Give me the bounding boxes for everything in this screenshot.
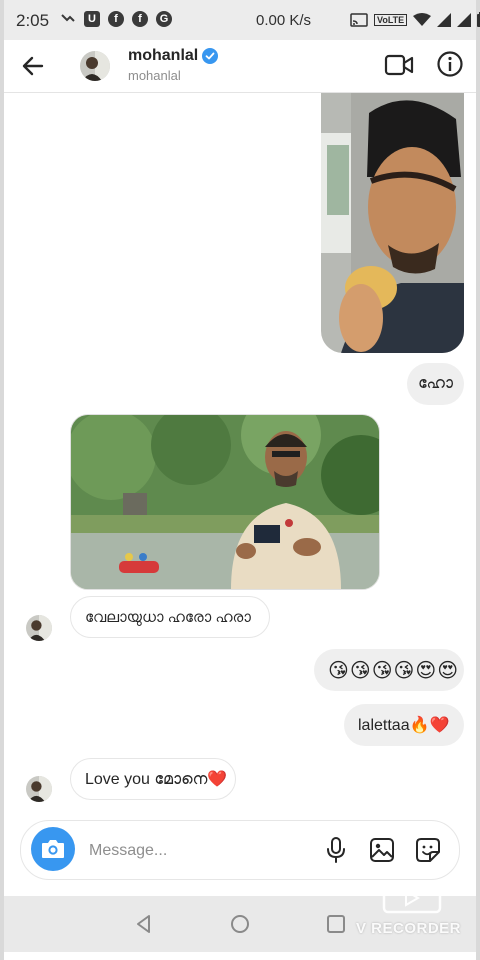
facebook-icon: f: [132, 11, 148, 27]
nav-back-icon[interactable]: [134, 914, 154, 934]
user-handle: mohanlal: [128, 68, 181, 83]
facebook-icon: f: [108, 11, 124, 27]
message-bubble-sent[interactable]: lalettaa🔥❤️: [344, 704, 464, 746]
phone-screen: 2:05 U f f G 0.00 K/s VoLTE mohanlal moh…: [4, 0, 480, 960]
missed-call-icon: [61, 14, 75, 22]
gallery-icon[interactable]: [369, 837, 395, 863]
signal-icon: [457, 12, 472, 27]
status-time: 2:05: [16, 11, 50, 30]
video-recorder-logo-icon: [382, 882, 442, 914]
signal-icon: [437, 12, 452, 27]
message-bubble-sent[interactable]: ഹോ: [407, 363, 464, 405]
camera-icon: [42, 840, 64, 858]
volte-badge: VoLTE: [374, 13, 408, 26]
camera-button[interactable]: [31, 827, 75, 871]
google-icon: G: [156, 11, 172, 27]
microphone-icon[interactable]: [323, 836, 349, 864]
chat-header: mohanlal mohanlal: [4, 40, 476, 93]
video-call-icon[interactable]: [384, 52, 414, 78]
status-bar: 2:05 U f f G 0.00 K/s VoLTE: [4, 0, 480, 40]
net-speed: 0.00 K/s: [256, 12, 312, 29]
nav-recents-icon[interactable]: [326, 914, 346, 934]
wifi-icon: [413, 12, 432, 26]
message-bubble-received[interactable]: Love you മോനെ❤️: [70, 758, 236, 800]
message-bubble-sent[interactable]: 😘😘😘😘😍😍: [314, 649, 464, 691]
back-arrow-icon[interactable]: [20, 53, 46, 79]
received-photo[interactable]: [70, 414, 380, 590]
sender-avatar[interactable]: [26, 615, 52, 641]
cast-icon: [350, 12, 368, 27]
message-bubble-received[interactable]: വേലായുധാ ഹരോ ഹരാ: [70, 596, 270, 638]
sender-avatar[interactable]: [26, 776, 52, 802]
username[interactable]: mohanlal: [128, 47, 198, 65]
sticker-icon[interactable]: [415, 837, 441, 863]
avatar-picture: [26, 615, 52, 641]
recorder-watermark: V RECORDER: [356, 878, 468, 940]
watermark-text: V RECORDER: [356, 920, 462, 937]
verified-badge-icon: [202, 48, 218, 64]
avatar-picture: [80, 51, 110, 81]
u-app-icon: U: [84, 11, 100, 27]
system-icons: VoLTE: [350, 12, 480, 27]
sent-photo[interactable]: [321, 93, 464, 353]
nav-home-icon[interactable]: [230, 914, 250, 934]
avatar[interactable]: [80, 51, 110, 81]
info-icon[interactable]: [436, 50, 464, 78]
avatar-picture: [26, 776, 52, 802]
landscape-portrait-image: [71, 415, 379, 589]
message-composer: [20, 820, 460, 880]
notification-icons: U f f G: [60, 11, 172, 27]
message-input[interactable]: [87, 839, 291, 863]
selfie-image: [321, 93, 464, 353]
